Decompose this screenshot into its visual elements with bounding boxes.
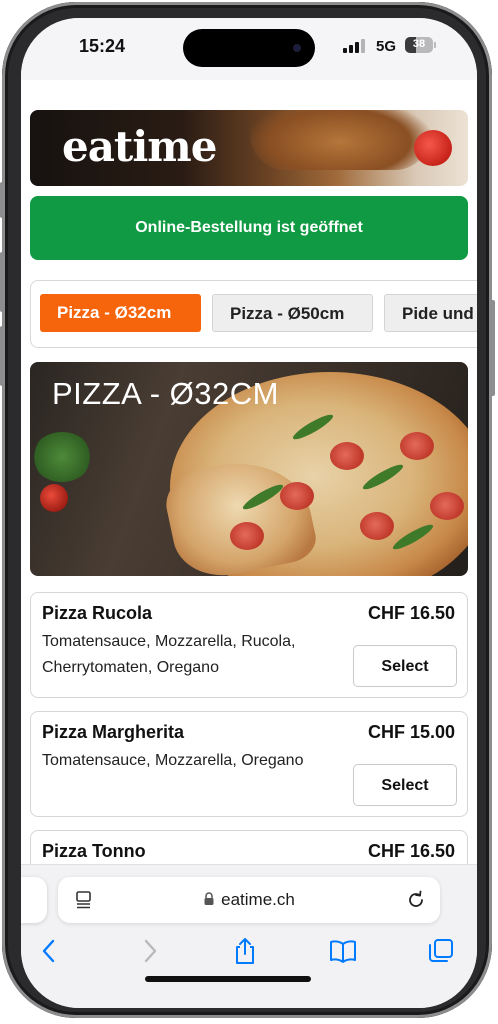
cherry-tomato-image (40, 484, 68, 512)
menu-item-name: Pizza Rucola (42, 603, 153, 623)
url-text: eatime.ch (221, 890, 295, 909)
volume-up-button (0, 252, 4, 312)
page-content: eatime Online-Bestellung ist geöffnet Pi… (21, 80, 477, 880)
menu-item-description: Tomatensauce, Mozzarella, Rucola, Cherry… (42, 633, 296, 676)
menu-item-name: Pizza Margherita (42, 722, 185, 742)
clock: 15:24 (79, 36, 126, 56)
lock-icon (204, 892, 214, 905)
dynamic-island (183, 29, 315, 67)
salami-topping (360, 512, 394, 540)
camera-dot (293, 44, 301, 52)
menu-item-description: Tomatensauce, Mozzarella, Oregano (42, 752, 304, 769)
safari-bottom-bar: eatime.ch (21, 864, 477, 1008)
bookmarks-icon[interactable] (329, 937, 357, 965)
url-display[interactable]: eatime.ch (58, 877, 440, 923)
battery-percent: 38 (412, 38, 426, 50)
category-title: PIZZA - Ø32CM (52, 376, 279, 411)
share-icon[interactable] (231, 937, 259, 965)
back-arrow-icon[interactable] (35, 937, 63, 965)
status-bar: 15:24 5G 38 (21, 18, 477, 80)
salami-topping (280, 482, 314, 510)
signal-icon (343, 39, 369, 53)
power-button (491, 300, 495, 396)
tab-pizza-32cm[interactable]: Pizza - Ø32cm (40, 294, 201, 332)
tabs-icon[interactable] (427, 937, 455, 965)
category-tabs: Pizza - Ø32cm Pizza - Ø50cm Pide und (30, 280, 477, 348)
battery-icon: 38 (405, 37, 433, 53)
forward-arrow-icon[interactable] (136, 937, 164, 965)
ordering-status-banner: Online-Bestellung ist geöffnet (30, 196, 468, 260)
restaurant-logo[interactable]: eatime (62, 122, 217, 171)
menu-item-price: CHF 16.50 (367, 841, 455, 861)
home-indicator[interactable] (145, 976, 311, 982)
salami-topping (430, 492, 464, 520)
address-bar[interactable]: eatime.ch (58, 877, 440, 923)
menu-item-card[interactable]: Pizza Rucola CHF 16.50 Tomatensauce, Moz… (30, 592, 468, 698)
menu-item-price: CHF 15.00 (367, 722, 455, 742)
salami-topping (330, 442, 364, 470)
salami-topping (400, 432, 434, 460)
reload-icon[interactable] (406, 890, 426, 910)
banner-tomato-image (414, 130, 452, 166)
menu-item-name: Pizza Tonno (42, 841, 146, 861)
salami-topping (230, 522, 264, 550)
banner-food-image (250, 110, 430, 170)
network-type: 5G (376, 38, 397, 55)
restaurant-banner: eatime (30, 110, 468, 186)
basil-image (32, 432, 92, 482)
volume-down-button (0, 326, 4, 386)
phone-screen: 15:24 5G 38 eatime Online-Bestellung ist… (21, 18, 477, 1008)
previous-tab-preview[interactable] (21, 877, 47, 923)
select-button[interactable]: Select (353, 645, 457, 687)
tab-pide[interactable]: Pide und (384, 294, 477, 332)
select-button[interactable]: Select (353, 764, 457, 806)
tab-pizza-50cm[interactable]: Pizza - Ø50cm (212, 294, 373, 332)
battery-nub (434, 42, 436, 48)
menu-item-price: CHF 16.50 (367, 603, 455, 623)
category-hero-image: PIZZA - Ø32CM (30, 362, 468, 576)
menu-item-card[interactable]: Pizza Margherita CHF 15.00 Tomatensauce,… (30, 711, 468, 817)
action-button (0, 182, 4, 218)
